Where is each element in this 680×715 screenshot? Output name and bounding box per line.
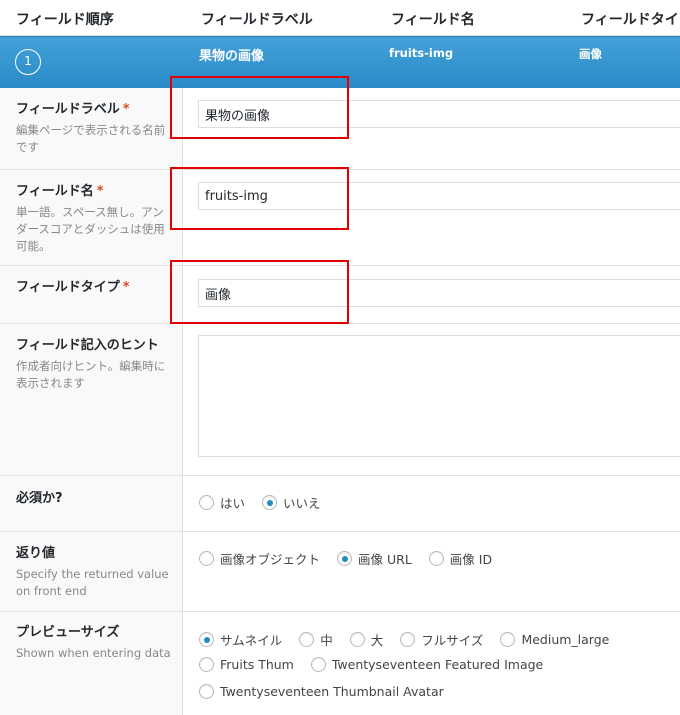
radio-option-image-url[interactable]: 画像 URL <box>337 549 412 568</box>
radio-button[interactable] <box>199 495 214 510</box>
column-header-order: フィールド順序 <box>16 12 114 28</box>
radio-option-featured-image[interactable]: Twentyseventeen Featured Image <box>310 657 543 672</box>
radio-button[interactable] <box>199 551 214 566</box>
radio-option-no[interactable]: いいえ <box>262 493 321 512</box>
radio-button[interactable] <box>199 632 214 647</box>
row-label-cell: 返り値 Specify the returned value on front … <box>0 532 183 611</box>
preview-size-description: Shown when entering data <box>16 646 171 660</box>
field-type-select[interactable] <box>198 279 680 307</box>
radio-option-medium[interactable]: 中 <box>299 630 333 649</box>
field-summary-bar[interactable]: 1 果物の画像 fruits-img 画像 <box>0 36 680 88</box>
row-field-type: フィールドタイプ * <box>0 266 680 324</box>
preview-radio-group-line1: サムネイル 中 大 フルサイズ Medium_large <box>199 630 626 649</box>
row-field-name: フィールド名 * 単一語。スペース無し。アンダースコアとダッシュは使用可能。 <box>0 170 680 266</box>
field-hint-description: 作成者向けヒント。編集時に表示されます <box>16 359 166 390</box>
field-bar-type: 画像 <box>579 47 602 61</box>
field-bar-label[interactable]: 果物の画像 <box>199 45 264 64</box>
required-marker: * <box>96 184 104 199</box>
field-label-input[interactable] <box>198 100 680 128</box>
radio-button[interactable] <box>337 551 353 566</box>
field-name-description: 単一語。スペース無し。アンダースコアとダッシュは使用可能。 <box>16 205 165 253</box>
column-header-name: フィールド名 <box>391 12 475 28</box>
field-label-title: フィールドラベル <box>16 102 120 117</box>
return-value-title: 返り値 <box>16 546 56 561</box>
return-value-description: Specify the returned value on front end <box>16 567 169 598</box>
field-name-title: フィールド名 <box>16 184 94 199</box>
field-label-description: 編集ページで表示される名前です <box>16 123 166 154</box>
radio-option-large[interactable]: 大 <box>349 630 383 649</box>
radio-button[interactable] <box>428 551 444 566</box>
required-radio-group: はい いいえ <box>199 493 338 512</box>
radio-option-image-object[interactable]: 画像オブジェクト <box>199 549 320 568</box>
radio-button[interactable] <box>500 632 516 647</box>
field-hint-title: フィールド記入のヒント <box>16 338 159 353</box>
row-return-value: 返り値 Specify the returned value on front … <box>0 532 680 612</box>
radio-button[interactable] <box>349 632 365 647</box>
row-label-cell: 必須か? <box>0 476 183 531</box>
preview-size-title: プレビューサイズ <box>16 625 120 640</box>
preview-radio-group-line2: Fruits Thum Twentyseventeen Featured Ima… <box>199 657 560 672</box>
row-required: 必須か? はい いいえ <box>0 476 680 532</box>
preview-radio-group-line3: Twentyseventeen Thumbnail Avatar <box>199 684 461 699</box>
column-header-row: フィールド順序 フィールドラベル フィールド名 フィールドタイプ <box>0 0 680 36</box>
required-marker: * <box>122 102 130 117</box>
field-name-input[interactable] <box>198 182 680 210</box>
radio-button[interactable] <box>199 657 214 672</box>
field-hint-textarea[interactable] <box>198 335 680 457</box>
radio-button[interactable] <box>199 684 214 699</box>
return-radio-group: 画像オブジェクト 画像 URL 画像 ID <box>199 549 509 568</box>
row-label-cell: フィールド名 * 単一語。スペース無し。アンダースコアとダッシュは使用可能。 <box>0 170 183 265</box>
radio-option-medium-large[interactable]: Medium_large <box>500 632 609 647</box>
radio-option-fruits-thum[interactable]: Fruits Thum <box>199 657 294 672</box>
required-marker: * <box>122 280 130 295</box>
radio-option-thumbnail[interactable]: サムネイル <box>199 630 282 649</box>
radio-option-thumbnail-avatar[interactable]: Twentyseventeen Thumbnail Avatar <box>199 684 444 699</box>
row-preview-size: プレビューサイズ Shown when entering data サムネイル … <box>0 612 680 715</box>
field-order-badge[interactable]: 1 <box>15 49 41 75</box>
radio-option-image-id[interactable]: 画像 ID <box>428 549 492 568</box>
row-label-cell: フィールドタイプ * <box>0 266 183 323</box>
field-bar-name: fruits-img <box>389 46 454 60</box>
radio-option-full-size[interactable]: フルサイズ <box>400 630 483 649</box>
radio-button[interactable] <box>310 657 326 672</box>
row-field-hint: フィールド記入のヒント 作成者向けヒント。編集時に表示されます <box>0 324 680 476</box>
radio-button[interactable] <box>400 632 416 647</box>
row-field-label: フィールドラベル * 編集ページで表示される名前です <box>0 88 680 170</box>
row-label-cell: フィールドラベル * 編集ページで表示される名前です <box>0 88 183 169</box>
radio-option-yes[interactable]: はい <box>199 493 245 512</box>
required-title: 必須か? <box>16 491 63 506</box>
field-type-title: フィールドタイプ <box>16 280 120 295</box>
radio-button[interactable] <box>299 632 315 647</box>
row-label-cell: フィールド記入のヒント 作成者向けヒント。編集時に表示されます <box>0 324 183 475</box>
row-label-cell: プレビューサイズ Shown when entering data <box>0 612 183 715</box>
column-header-label: フィールドラベル <box>201 12 313 28</box>
column-header-type: フィールドタイプ <box>581 12 680 28</box>
radio-button[interactable] <box>262 495 278 510</box>
